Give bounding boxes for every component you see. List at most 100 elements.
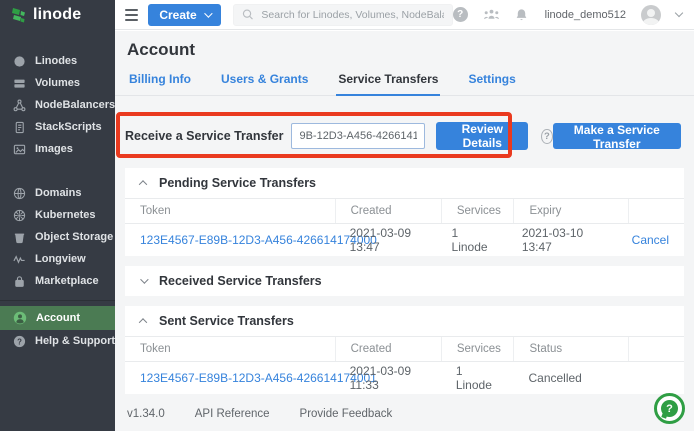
create-button[interactable]: Create bbox=[148, 4, 220, 26]
global-search[interactable] bbox=[233, 4, 453, 26]
nodebalancers-icon bbox=[13, 99, 26, 112]
sent-table-header: Token Created Services Status bbox=[125, 336, 684, 362]
col-token: Token bbox=[125, 199, 335, 223]
tab-settings[interactable]: Settings bbox=[466, 66, 517, 95]
sidebar-item-images[interactable]: Images bbox=[0, 138, 115, 160]
community-icon[interactable] bbox=[483, 8, 500, 22]
receive-transfer-label: Receive a Service Transfer bbox=[125, 129, 283, 143]
menu-icon[interactable] bbox=[125, 9, 138, 21]
sidebar-label: NodeBalancers bbox=[35, 99, 115, 111]
sidebar-item-domains[interactable]: Domains bbox=[0, 182, 115, 204]
avatar[interactable] bbox=[641, 5, 661, 25]
collapse-chevron-icon bbox=[139, 180, 147, 188]
search-input[interactable] bbox=[261, 9, 443, 21]
pending-expiry: 2021-03-10 13:47 bbox=[507, 224, 617, 256]
pulse-icon bbox=[13, 253, 26, 266]
volumes-icon bbox=[13, 77, 26, 90]
sidebar-divider bbox=[0, 300, 115, 301]
linode-logo[interactable]: linode bbox=[0, 0, 115, 30]
sidebar-item-account[interactable]: Account bbox=[0, 306, 115, 330]
help-icon: ? bbox=[13, 335, 26, 348]
linode-logo-icon bbox=[11, 7, 27, 24]
cancel-transfer-link[interactable]: Cancel bbox=[632, 233, 669, 247]
pending-created: 2021-03-09 13:47 bbox=[335, 224, 437, 256]
sidebar-item-linodes[interactable]: Linodes bbox=[0, 50, 115, 72]
sidebar-item-marketplace[interactable]: Marketplace bbox=[0, 270, 115, 292]
api-reference-link[interactable]: API Reference bbox=[195, 408, 270, 420]
help-circle-icon[interactable]: ? bbox=[453, 7, 468, 22]
sent-panel-title: Sent Service Transfers bbox=[159, 314, 294, 328]
marketplace-icon bbox=[13, 275, 26, 288]
provide-feedback-link[interactable]: Provide Feedback bbox=[300, 408, 393, 420]
review-details-button[interactable]: Review Details bbox=[436, 122, 528, 150]
table-row: 123E4567-E89B-12D3-A456-426614174001 202… bbox=[125, 362, 684, 394]
transfer-token-input[interactable] bbox=[291, 123, 425, 149]
account-menu-chevron-icon[interactable] bbox=[675, 9, 683, 17]
transfer-help-icon[interactable]: ? bbox=[541, 129, 553, 144]
col-status: Status bbox=[513, 337, 628, 361]
search-icon bbox=[242, 8, 254, 21]
sidebar-label: Help & Support bbox=[35, 335, 115, 347]
expand-chevron-icon bbox=[140, 275, 148, 283]
sent-created: 2021-03-09 11:33 bbox=[335, 362, 441, 394]
received-panel-title: Received Service Transfers bbox=[159, 274, 322, 288]
chevron-down-icon bbox=[204, 9, 212, 17]
linodes-icon bbox=[13, 55, 26, 68]
pending-transfers-panel: Pending Service Transfers Token Created … bbox=[125, 168, 684, 256]
pending-table-header: Token Created Services Expiry bbox=[125, 198, 684, 224]
page-title: Account bbox=[127, 40, 694, 60]
sent-panel-header[interactable]: Sent Service Transfers bbox=[125, 306, 684, 336]
app-version-link[interactable]: v1.34.0 bbox=[127, 408, 165, 420]
sidebar-item-kubernetes[interactable]: Kubernetes bbox=[0, 204, 115, 226]
username[interactable]: linode_demo512 bbox=[545, 9, 626, 21]
account-tabs: Billing Info Users & Grants Service Tran… bbox=[115, 66, 694, 96]
sidebar-item-stackscripts[interactable]: StackScripts bbox=[0, 116, 115, 138]
col-expiry: Expiry bbox=[513, 199, 628, 223]
stackscripts-icon bbox=[13, 121, 26, 134]
footer: v1.34.0 API Reference Provide Feedback bbox=[127, 408, 684, 420]
topbar: Create ? linode_demo512 bbox=[115, 0, 694, 30]
sidebar-item-longview[interactable]: Longview bbox=[0, 248, 115, 270]
svg-text:?: ? bbox=[17, 337, 22, 346]
sidebar-item-object-storage[interactable]: Object Storage bbox=[0, 226, 115, 248]
kubernetes-icon bbox=[13, 209, 26, 222]
received-transfers-panel: Received Service Transfers bbox=[125, 266, 684, 296]
tab-billing-info[interactable]: Billing Info bbox=[127, 66, 193, 95]
main-content: Account Billing Info Users & Grants Serv… bbox=[115, 31, 694, 431]
table-row: 123E4567-E89B-12D3-A456-426614174000 202… bbox=[125, 224, 684, 256]
tab-users-grants[interactable]: Users & Grants bbox=[219, 66, 310, 95]
sent-transfers-panel: Sent Service Transfers Token Created Ser… bbox=[125, 306, 684, 394]
col-token: Token bbox=[125, 337, 335, 361]
sidebar-item-help-support[interactable]: ? Help & Support bbox=[0, 330, 115, 352]
images-icon bbox=[13, 143, 26, 156]
col-services: Services bbox=[441, 199, 514, 223]
bucket-icon bbox=[13, 231, 26, 244]
receive-transfer-row: Receive a Service Transfer Review Detail… bbox=[115, 114, 694, 158]
help-chat-button[interactable]: ? bbox=[654, 393, 685, 424]
sidebar-label: StackScripts bbox=[35, 121, 102, 133]
col-empty bbox=[628, 337, 684, 361]
sidebar-label: Linodes bbox=[35, 55, 77, 67]
sidebar-item-nodebalancers[interactable]: NodeBalancers bbox=[0, 94, 115, 116]
logo-text: linode bbox=[33, 6, 81, 24]
sent-status: Cancelled bbox=[513, 362, 628, 394]
pending-panel-title: Pending Service Transfers bbox=[159, 176, 316, 190]
sidebar-label: Volumes bbox=[35, 77, 80, 89]
received-panel-header[interactable]: Received Service Transfers bbox=[125, 266, 684, 296]
make-transfer-button[interactable]: Make a Service Transfer bbox=[553, 123, 681, 149]
col-created: Created bbox=[335, 199, 441, 223]
col-created: Created bbox=[335, 337, 441, 361]
tab-service-transfers[interactable]: Service Transfers bbox=[336, 66, 440, 96]
sidebar: linode Linodes Volumes NodeBalancers Sta… bbox=[0, 0, 115, 431]
sidebar-label: Object Storage bbox=[35, 231, 113, 243]
sidebar-item-volumes[interactable]: Volumes bbox=[0, 72, 115, 94]
pending-services: 1 Linode bbox=[437, 224, 507, 256]
pending-panel-header[interactable]: Pending Service Transfers bbox=[125, 168, 684, 198]
account-icon bbox=[13, 311, 27, 325]
domains-icon bbox=[13, 187, 26, 200]
sidebar-label: Domains bbox=[35, 187, 81, 199]
create-button-label: Create bbox=[159, 8, 196, 22]
notifications-bell-icon[interactable] bbox=[515, 8, 528, 22]
sent-services: 1 Linode bbox=[441, 362, 514, 394]
help-chat-bubble-icon: ? bbox=[661, 400, 678, 417]
